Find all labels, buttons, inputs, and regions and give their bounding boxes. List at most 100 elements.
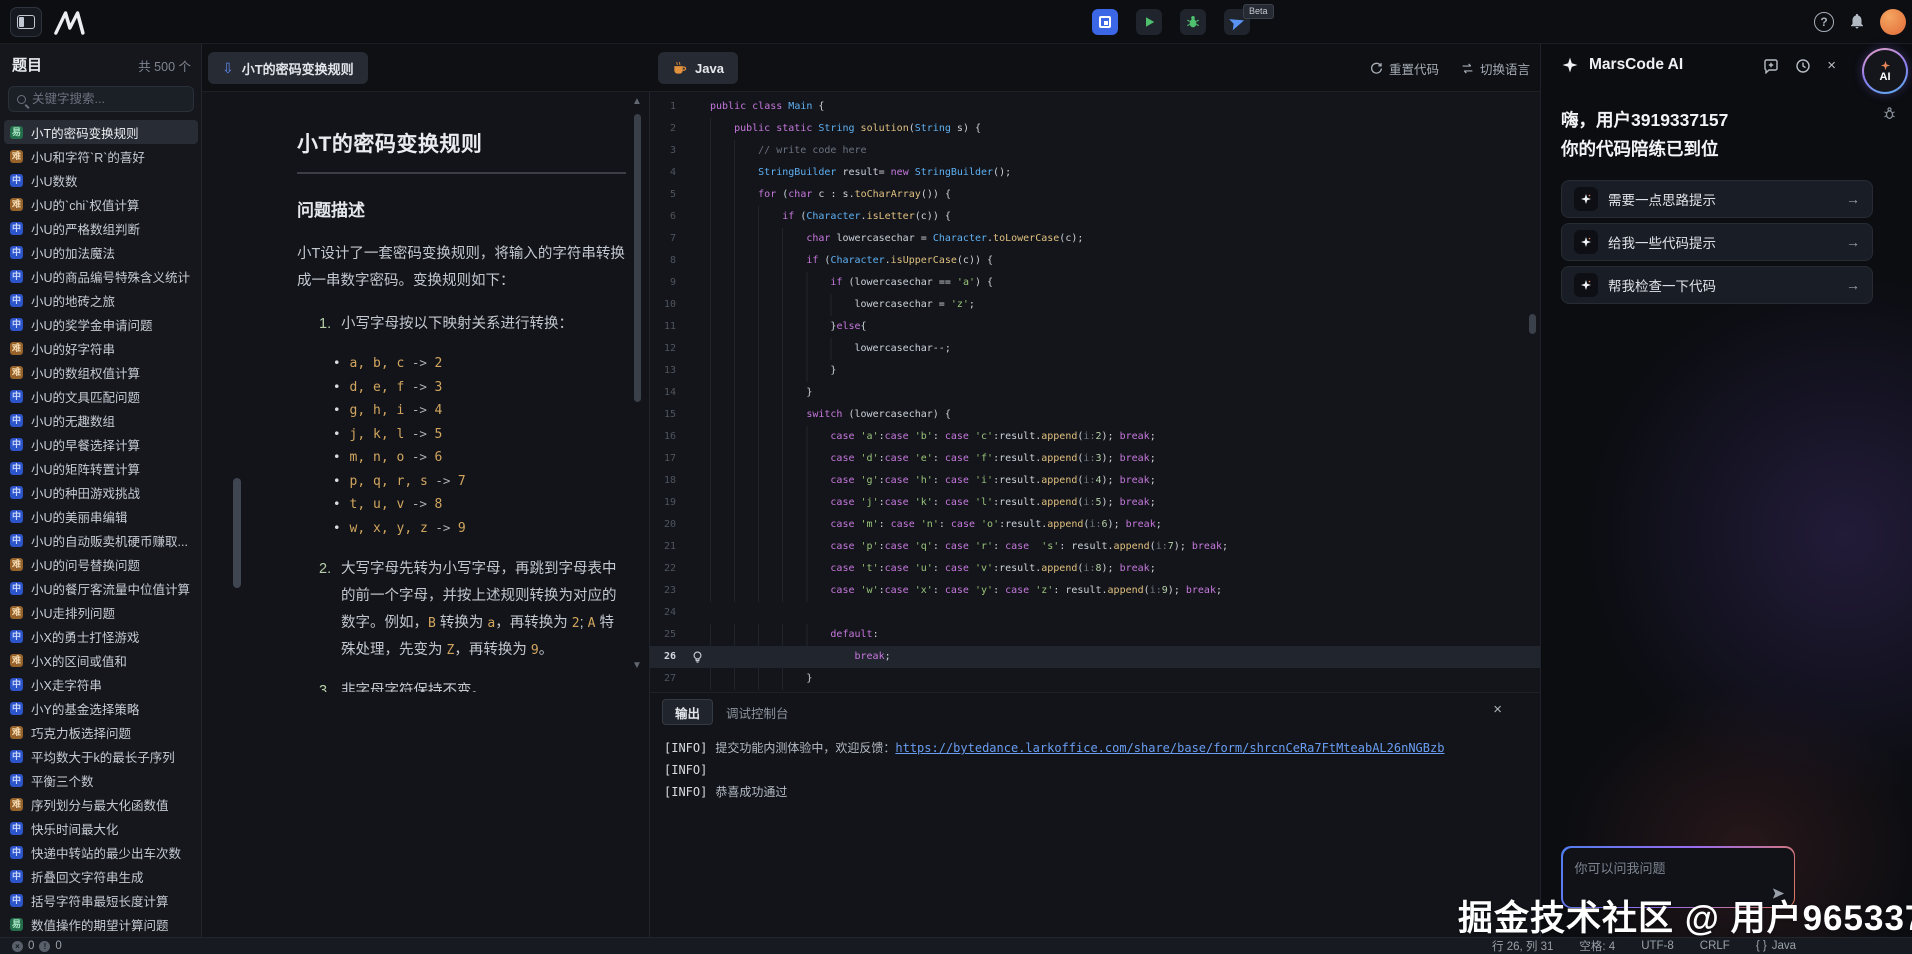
debug-button[interactable] xyxy=(1180,9,1206,35)
problem-list-item[interactable]: 中折叠回文字符串生成 xyxy=(4,864,198,888)
ai-assistant-badge[interactable]: AI xyxy=(1862,48,1908,94)
panel-resize-handle[interactable] xyxy=(233,478,241,588)
problem-list-item[interactable]: 中小X走字符串 xyxy=(4,672,198,696)
problem-list-item[interactable]: 中平均数大于k的最长子序列 xyxy=(4,744,198,768)
problem-list-item[interactable]: 难小U和字符`R`的喜好 xyxy=(4,144,198,168)
send-button[interactable] xyxy=(1771,886,1786,901)
ai-chat-input[interactable] xyxy=(1563,848,1794,907)
difficulty-badge: 中 xyxy=(10,870,23,883)
problem-item-label: 小U的加法魔法 xyxy=(31,243,115,262)
code-line: 5for (char c : s.toCharArray()) { xyxy=(650,184,1540,206)
ai-suggestion-button[interactable]: 帮我检查一下代码→ xyxy=(1561,266,1873,304)
problem-list-item[interactable]: 难序列划分与最大化函数值 xyxy=(4,792,198,816)
problem-list-item[interactable]: 中小U的严格数组判断 xyxy=(4,216,198,240)
problem-list-item[interactable]: 中小U的商品编号特殊含义统计 xyxy=(4,264,198,288)
ai-suggestion-button[interactable]: 给我一些代码提示→ xyxy=(1561,223,1873,261)
feedback-bug-button[interactable] xyxy=(1882,106,1897,121)
problem-list-item[interactable]: 难小U的`chi`权值计算 xyxy=(4,192,198,216)
line-number: 25 xyxy=(650,624,684,646)
line-number: 9 xyxy=(650,272,684,294)
problem-list-item[interactable]: 难巧克力板选择问题 xyxy=(4,720,198,744)
ai-close-icon[interactable]: × xyxy=(1827,58,1836,74)
search-input[interactable] xyxy=(32,92,182,106)
problem-list-item[interactable]: 中小X的勇士打怪游戏 xyxy=(4,624,198,648)
problem-list-item[interactable]: 中小U的无趣数组 xyxy=(4,408,198,432)
gutter-space xyxy=(684,294,710,316)
code-line: 16case 'a':case 'b': case 'c':result.app… xyxy=(650,426,1540,448)
problem-list-item[interactable]: 易小T的密码变换规则 xyxy=(4,120,198,144)
editor-tabstrip: Java 重置代码 切换语言 xyxy=(650,44,1540,92)
run-button[interactable] xyxy=(1136,9,1162,35)
suggestion-sparkle-icon xyxy=(1574,187,1598,211)
code-text: case 'm': case 'n': case 'o':result.appe… xyxy=(710,514,1162,536)
language-tab-java[interactable]: Java xyxy=(658,52,738,84)
problem-list-item[interactable]: 中小U的地砖之旅 xyxy=(4,288,198,312)
problem-list-item[interactable]: 难小U的数组权值计算 xyxy=(4,360,198,384)
problem-list-item[interactable]: 中小U的美丽串编辑 xyxy=(4,504,198,528)
difficulty-badge: 中 xyxy=(10,534,23,547)
ai-suggestion-button[interactable]: 需要一点思路提示→ xyxy=(1561,180,1873,218)
problem-list-item[interactable]: 难小U的问号替换问题 xyxy=(4,552,198,576)
layout-button[interactable] xyxy=(1092,9,1118,35)
gutter-space xyxy=(684,580,710,602)
code-text: default: xyxy=(710,624,879,646)
history-button[interactable] xyxy=(1795,58,1811,74)
problem-item-label: 平衡三个数 xyxy=(31,771,94,790)
log-level-label: [INFO] xyxy=(664,741,707,755)
problem-list-item[interactable]: 难小U的好字符串 xyxy=(4,336,198,360)
problem-list-item[interactable]: 中小Y的基金选择策略 xyxy=(4,696,198,720)
gutter-space xyxy=(684,624,710,646)
editor-scrollbar[interactable] xyxy=(1529,314,1536,334)
reset-code-button[interactable]: 重置代码 xyxy=(1370,59,1439,78)
console-lines: [INFO]提交功能内测体验中，欢迎反馈：https://bytedance.l… xyxy=(664,737,1444,803)
problem-list-item[interactable]: 中小U的加法魔法 xyxy=(4,240,198,264)
problem-list-item[interactable]: 中小U的餐厅客流量中位值计算 xyxy=(4,576,198,600)
problem-list-item[interactable]: 中小U数数 xyxy=(4,168,198,192)
line-number: 6 xyxy=(650,206,684,228)
problem-list-item[interactable]: 难小X的区间或值和 xyxy=(4,648,198,672)
sidebar-toggle-button[interactable] xyxy=(10,7,42,37)
code-editor[interactable]: 1public class Main {2public static Strin… xyxy=(650,92,1540,692)
difficulty-badge: 中 xyxy=(10,174,23,187)
search-box[interactable] xyxy=(8,86,194,112)
problem-list-item[interactable]: 难小U走排列问题 xyxy=(4,600,198,624)
console-close-icon[interactable]: × xyxy=(1493,701,1502,718)
problem-item-label: 小X走字符串 xyxy=(31,675,102,694)
console-panel: 输出 调试控制台 × [INFO]提交功能内测体验中，欢迎反馈：https://… xyxy=(650,692,1540,937)
line-number: 27 xyxy=(650,668,684,690)
problem-item-label: 小U的问号替换问题 xyxy=(31,555,140,574)
user-avatar[interactable] xyxy=(1880,9,1906,35)
gutter-space xyxy=(684,316,710,338)
help-button[interactable]: ? xyxy=(1814,12,1834,32)
problem-list-item[interactable]: 中小U的种田游戏挑战 xyxy=(4,480,198,504)
scroll-up-icon[interactable]: ▲ xyxy=(632,96,642,107)
tab-debug-console[interactable]: 调试控制台 xyxy=(726,699,789,725)
difficulty-badge: 难 xyxy=(10,726,23,739)
problem-body: 小T的密码变换规则 问题描述小T设计了一套密码变换规则，将输入的字符串转换成一串… xyxy=(202,92,650,692)
tab-output[interactable]: 输出 xyxy=(662,699,713,725)
quick-fix-bulb-icon[interactable] xyxy=(684,646,710,668)
problem-list-item[interactable]: 中小U的矩阵转置计算 xyxy=(4,456,198,480)
problem-list-item[interactable]: 中快乐时间最大化 xyxy=(4,816,198,840)
new-chat-button[interactable] xyxy=(1763,58,1779,74)
problem-list-item[interactable]: 中小U的文具匹配问题 xyxy=(4,384,198,408)
line-number: 16 xyxy=(650,426,684,448)
problem-scrollbar[interactable] xyxy=(634,114,641,402)
problem-list-item[interactable]: 中小U的奖学金申请问题 xyxy=(4,312,198,336)
problem-list-item[interactable]: 易数值操作的期望计算问题 xyxy=(4,912,198,936)
marscode-logo-icon[interactable] xyxy=(53,9,90,36)
scroll-down-icon[interactable]: ▼ xyxy=(632,660,642,671)
problem-list-rule: 3.非字母字符保持不变。 xyxy=(319,678,626,692)
notifications-button[interactable] xyxy=(1848,12,1866,30)
code-text: if (Character.isLetter(c)) { xyxy=(710,206,951,228)
problem-list-item[interactable]: 中平衡三个数 xyxy=(4,768,198,792)
switch-arrows-icon xyxy=(1461,62,1474,75)
console-link[interactable]: https://bytedance.larkoffice.com/share/b… xyxy=(895,741,1444,755)
problem-tab[interactable]: ⇩ 小T的密码变换规则 xyxy=(208,52,368,84)
sidebar-toggle-icon xyxy=(17,15,35,29)
problem-list-item[interactable]: 中括号字符串最短长度计算 xyxy=(4,888,198,912)
switch-language-button[interactable]: 切换语言 xyxy=(1461,59,1530,78)
problem-list-item[interactable]: 中小U的自动贩卖机硬币赚取... xyxy=(4,528,198,552)
problem-list-item[interactable]: 中小U的早餐选择计算 xyxy=(4,432,198,456)
problem-list-item[interactable]: 中快递中转站的最少出车次数 xyxy=(4,840,198,864)
